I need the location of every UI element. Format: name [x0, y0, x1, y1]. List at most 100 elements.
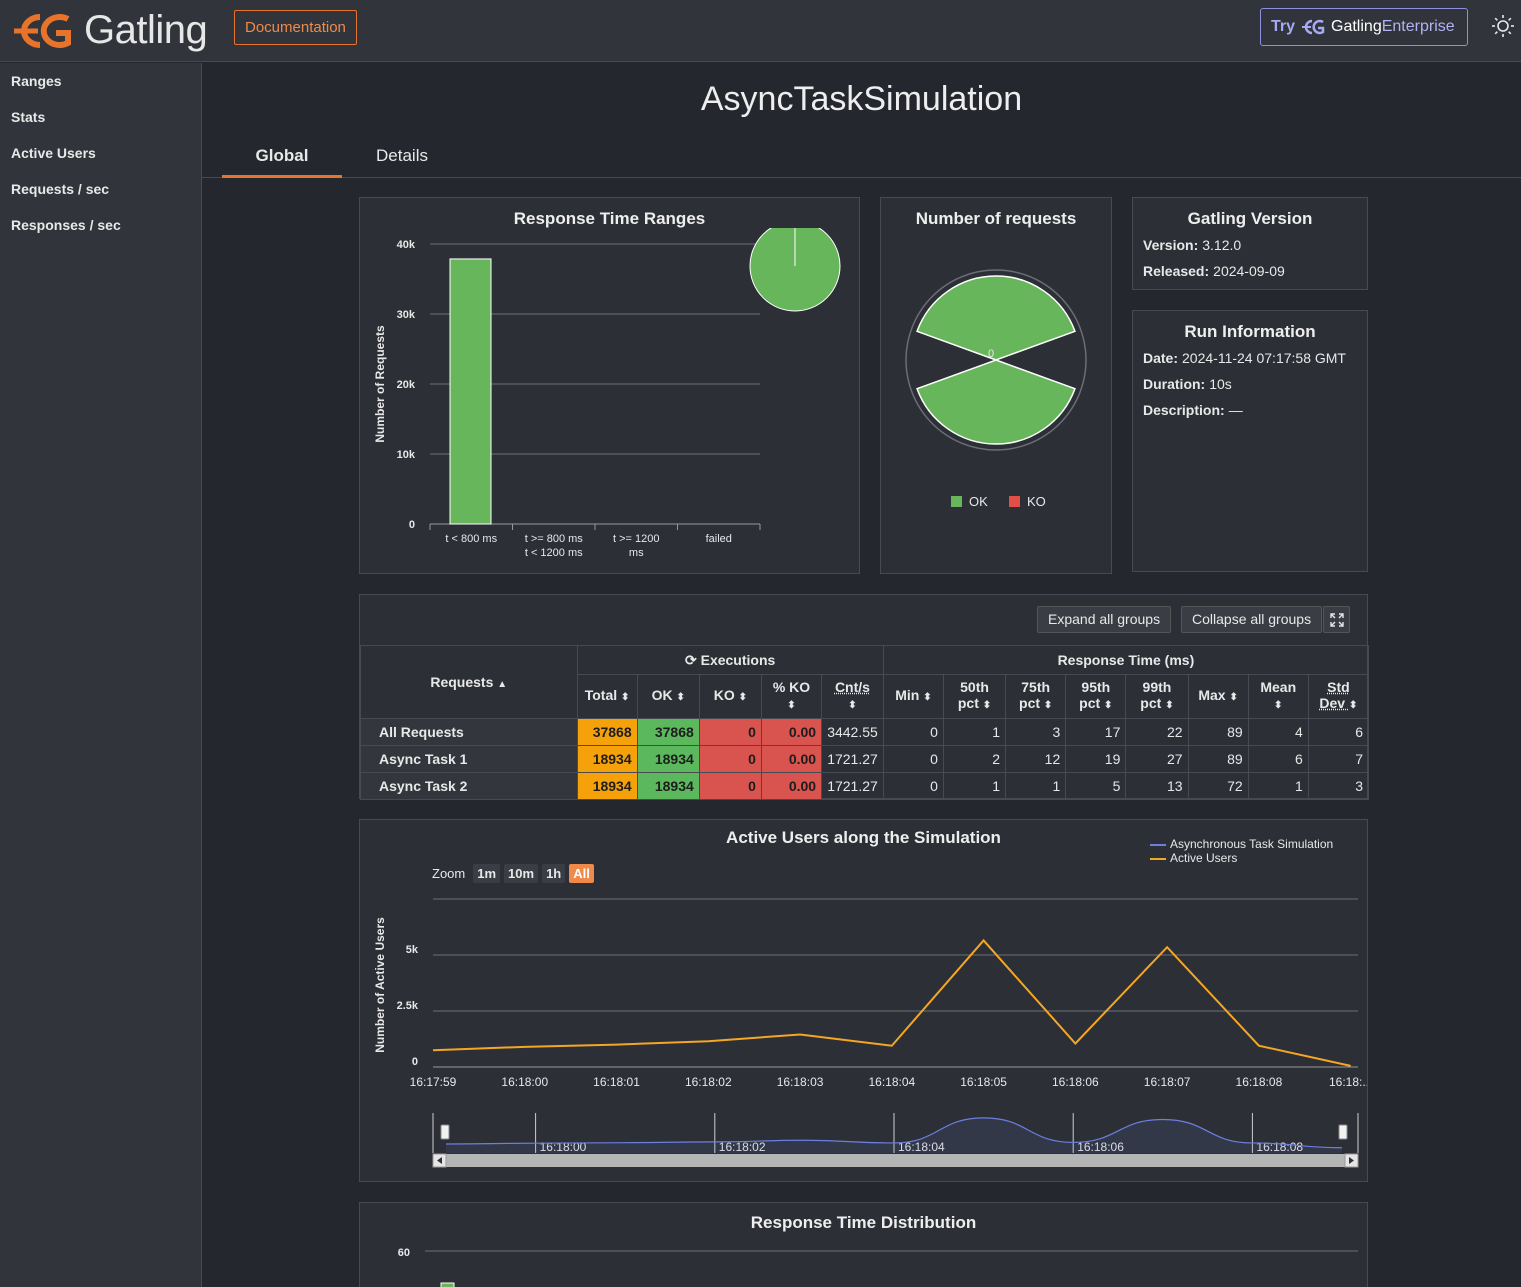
cell-total: 18934 [576, 772, 638, 800]
column-header-cnt-s[interactable]: Cnt/s ⬍ [821, 674, 884, 719]
sidebar-item-responses-per-sec[interactable]: Responses / sec [0, 207, 201, 243]
stats-table-card: Expand all groups Collapse all groups Re… [359, 594, 1370, 800]
gatling-logo[interactable]: Gatling [10, 8, 208, 53]
active-users-card: Active Users along the Simulation Asynch… [359, 819, 1368, 1182]
zoom-controls: Zoom 1m 10m 1h All [432, 864, 594, 883]
column-header-label-line2: Dev [1319, 695, 1349, 711]
duration-label: Duration: [1143, 376, 1206, 392]
duration-value: 10s [1209, 376, 1232, 392]
column-header-label: 75th [1021, 679, 1051, 695]
description-row: Description: — [1143, 402, 1367, 418]
y-tick-label: 20k [397, 379, 416, 391]
column-header-99th-pct[interactable]: 99th pct ⬍ [1125, 674, 1189, 719]
collapse-all-groups-button[interactable]: Collapse all groups [1181, 606, 1323, 633]
zoom-1h-button[interactable]: 1h [542, 864, 566, 883]
column-header-max[interactable]: Max ⬍ [1187, 674, 1249, 719]
date-value: 2024-11-24 07:17:58 GMT [1182, 350, 1346, 366]
brand-name: Gatling [84, 8, 208, 52]
table-row[interactable]: All Requests 37868 37868 0 0.00 3442.55 0 1 3 17 2… [360, 718, 1370, 746]
cell-max: 89 [1187, 745, 1249, 773]
try-enterprise-button[interactable]: Try GatlingEnterprise [1260, 8, 1468, 46]
legend-item-active-users[interactable]: Active Users [1150, 851, 1333, 865]
sidebar-item-requests-per-sec[interactable]: Requests / sec [0, 171, 201, 207]
gatling-mini-logo-icon [1302, 19, 1325, 35]
navigator-left-handle[interactable] [440, 1124, 450, 1140]
sort-icon: ⬍ [1043, 700, 1053, 711]
series-line-active-users [432, 938, 1351, 1067]
column-header--ko[interactable]: % KO ⬍ [760, 674, 823, 719]
sort-icon: ⬍ [982, 700, 992, 711]
sort-icon: ⬍ [738, 692, 747, 703]
distribution-chart: 60 [398, 1247, 1358, 1287]
y-tick-label: 60 [398, 1247, 410, 1259]
tab-bar: Global Details [202, 138, 1521, 178]
column-header-label-line2: pct [1019, 695, 1044, 711]
cell-std-dev: 3 [1307, 772, 1370, 800]
navigator-right-handle[interactable] [1338, 1124, 1348, 1140]
cell-cnt-s: 1721.27 [821, 772, 884, 800]
y-tick-label: 10k [397, 449, 416, 461]
column-header-95th-pct[interactable]: 95th pct ⬍ [1065, 674, 1127, 719]
duration-row: Duration: 10s [1143, 376, 1367, 392]
column-header-label: Max [1198, 687, 1226, 703]
column-header-ok[interactable]: OK ⬍ [636, 674, 700, 719]
cell-max: 89 [1187, 718, 1249, 746]
column-header-75th-pct[interactable]: 75th pct ⬍ [1005, 674, 1067, 719]
table-row[interactable]: Async Task 2 18934 18934 0 0.00 1721.27 0 1 1 5 13… [360, 772, 1370, 800]
x-tick-label: 16:17:59 [410, 1075, 457, 1089]
sidebar-item-ranges[interactable]: Ranges [0, 63, 201, 99]
fullscreen-button[interactable] [1323, 606, 1350, 633]
gatling-logo-icon [14, 13, 71, 48]
date-label: Date: [1143, 350, 1179, 366]
zoom-1m-button[interactable]: 1m [473, 864, 501, 883]
released-row: Released: 2024-09-09 [1143, 263, 1367, 279]
column-header-total[interactable]: Total ⬍ [576, 674, 638, 719]
x-tick-label-line: ms [629, 547, 644, 559]
description-label: Description: [1143, 402, 1225, 418]
sidebar-item-stats[interactable]: Stats [0, 99, 201, 135]
version-row: Version: 3.12.0 [1143, 237, 1367, 253]
x-tick-label-line: t >= 800 ms [525, 533, 584, 545]
sort-icon: ⬍ [1274, 700, 1283, 711]
run-card-title: Run Information [1184, 322, 1316, 341]
requests-column-header[interactable]: Requests ▲ [360, 645, 578, 719]
legend-swatch-ko [1009, 496, 1020, 507]
request-name[interactable]: Async Task 2 [360, 772, 578, 800]
x-tick-label: 16:18:03 [777, 1075, 824, 1089]
cell-99th-pct: 13 [1125, 772, 1189, 800]
table-row[interactable]: Async Task 1 18934 18934 0 0.00 1721.27 0 2 12 19… [360, 745, 1370, 773]
tab-details[interactable]: Details [352, 138, 452, 178]
zoom-all-button[interactable]: All [569, 864, 594, 883]
navigator-scrollbar[interactable] [433, 1154, 1358, 1167]
pie-center-label: 0 [988, 348, 994, 360]
cell-95th-pct: 5 [1065, 772, 1127, 800]
tab-global[interactable]: Global [222, 138, 342, 178]
column-header-50th-pct[interactable]: 50th pct ⬍ [942, 674, 1007, 719]
response-time-distribution-card: Response Time Distribution 60 [359, 1202, 1368, 1287]
stats-table: Requests ▲ ⟳ Executions Response Time (m… [360, 645, 1370, 800]
top-bar: Gatling Documentation Try GatlingEnterpr… [0, 0, 1521, 62]
column-header-mean[interactable]: Mean ⬍ [1247, 674, 1309, 719]
column-header-ko[interactable]: KO ⬍ [698, 674, 762, 719]
theme-toggle-sun-icon[interactable] [1491, 14, 1515, 38]
zoom-10m-button[interactable]: 10m [504, 864, 539, 883]
executions-header: ⟳ Executions [576, 645, 884, 675]
sidebar-item-active-users[interactable]: Active Users [0, 135, 201, 171]
cell-mean: 6 [1247, 745, 1309, 773]
request-name[interactable]: Async Task 1 [360, 745, 578, 773]
documentation-button[interactable]: Documentation [234, 10, 357, 45]
try-label: Try [1271, 18, 1296, 35]
x-tick-label: 16:18:07 [1144, 1075, 1191, 1089]
expand-all-groups-button[interactable]: Expand all groups [1037, 606, 1172, 633]
request-name[interactable]: All Requests [360, 718, 578, 746]
column-header-std-dev[interactable]: Std Dev ⬍ [1307, 674, 1370, 719]
cell-min: 0 [882, 745, 944, 773]
requests-pie-chart: 0 OK KO [905, 269, 1087, 509]
x-tick-label: 16:18:01 [593, 1075, 640, 1089]
enterprise-label: Enterprise [1381, 18, 1455, 35]
ranges-chart: 0 10k 20k 30k 40k t < 800 ms t >= 800 ms t < 12… [373, 228, 841, 559]
legend-item-async-task[interactable]: Asynchronous Task Simulation [1150, 837, 1333, 851]
x-tick-label-line: t < 800 ms [445, 533, 497, 545]
column-header-min[interactable]: Min ⬍ [882, 674, 944, 719]
fullscreen-icon [1329, 613, 1344, 627]
